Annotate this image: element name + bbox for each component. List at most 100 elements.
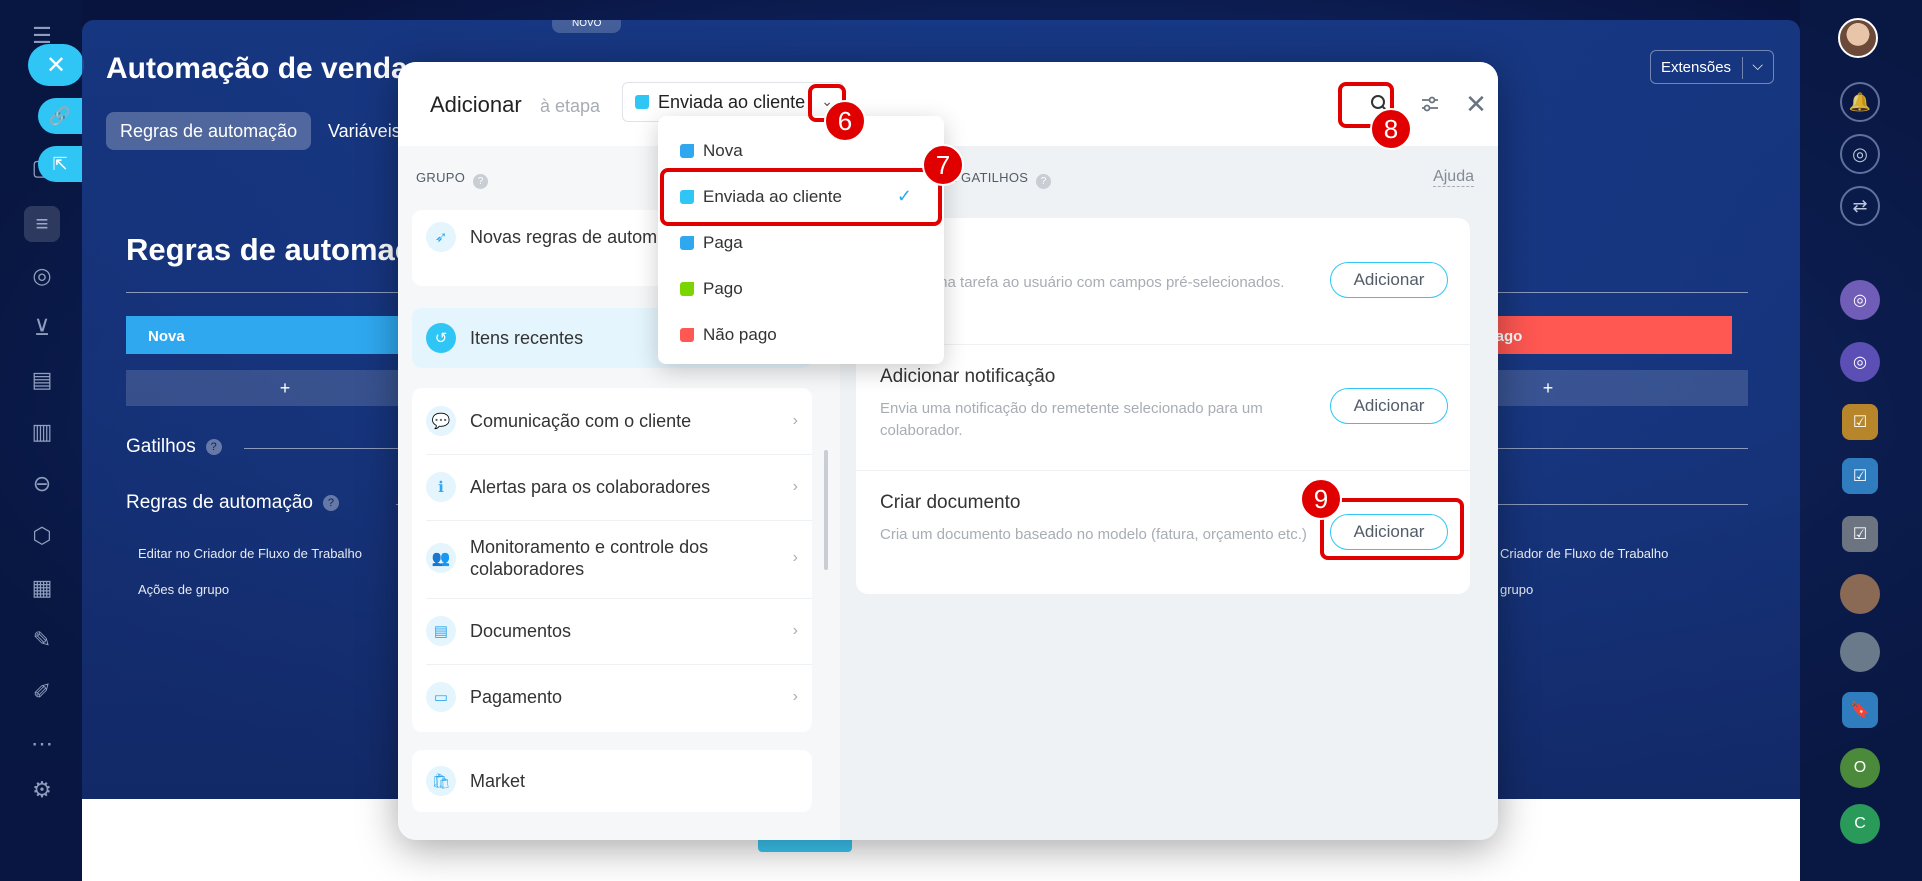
stage-color-marker bbox=[680, 328, 694, 342]
extensions-label: Extensões bbox=[1661, 58, 1732, 76]
store-icon[interactable]: ▦ bbox=[24, 570, 60, 606]
contact-avatar[interactable] bbox=[1840, 574, 1880, 614]
close-icon[interactable]: ✕ bbox=[1458, 86, 1494, 122]
dropdown-label: Nova bbox=[703, 141, 743, 160]
file-edit-icon[interactable]: ✐ bbox=[24, 674, 60, 710]
task-icon[interactable]: ☑ bbox=[1842, 404, 1878, 440]
document-icon: ▤ bbox=[426, 616, 456, 646]
new-badge: NOVO bbox=[552, 20, 622, 33]
group-item-communication[interactable]: 💬 Comunicação com o cliente › bbox=[412, 404, 812, 438]
group-header: GRUPO? bbox=[416, 170, 489, 189]
dropdown-item-pago[interactable]: Pago bbox=[680, 274, 743, 304]
stage-dropdown: Nova Enviada ao cliente ✓ Paga Pago Não … bbox=[658, 116, 944, 364]
highlight-add-document bbox=[1320, 498, 1464, 560]
recent-label: Itens recentes bbox=[470, 328, 584, 348]
group-label: Alertas para os colaboradores bbox=[470, 477, 711, 497]
extensions-button[interactable]: Extensões ⌵ bbox=[1650, 50, 1774, 84]
group-item-documents[interactable]: ▤ Documentos › bbox=[412, 614, 812, 648]
chart-icon[interactable]: ▥ bbox=[24, 414, 60, 450]
bookmark-icon[interactable]: 🔖 bbox=[1842, 692, 1878, 728]
pen-icon[interactable]: ✎ bbox=[24, 622, 60, 658]
robot-desc: Envia uma notificação do remetente selec… bbox=[880, 400, 1263, 439]
cart-icon[interactable]: ⊻ bbox=[24, 310, 60, 346]
divider bbox=[426, 454, 812, 455]
bell-icon[interactable]: 🔔 bbox=[1840, 82, 1880, 122]
wallet-icon: ▭ bbox=[426, 682, 456, 712]
group-label: Comunicação com o cliente bbox=[470, 411, 692, 431]
group-item-payment[interactable]: ▭ Pagamento › bbox=[412, 680, 812, 714]
annotation-badge-8: 8 bbox=[1370, 108, 1412, 150]
dropdown-item-nova[interactable]: Nova bbox=[680, 136, 743, 166]
market-item[interactable]: 🛍 Market bbox=[412, 750, 812, 812]
tab-variables[interactable]: Variáveis bbox=[328, 112, 401, 150]
filter-settings-icon[interactable] bbox=[1412, 86, 1448, 122]
modal-title: Adicionar bbox=[430, 92, 522, 117]
group-label: Monitoramento e controle dos colaborador… bbox=[470, 537, 709, 579]
group-item-monitoring[interactable]: 👥 Monitoramento e controle dos colaborad… bbox=[412, 532, 812, 584]
group-row: 🛍 Market bbox=[412, 766, 812, 796]
settings-icon[interactable]: ⚙ bbox=[24, 772, 60, 808]
modal-subtitle: à etapa bbox=[540, 96, 601, 116]
group-actions-link-right[interactable]: grupo bbox=[1500, 582, 1533, 597]
chevron-right-icon: › bbox=[792, 622, 798, 639]
divider bbox=[426, 598, 812, 599]
contact-card-icon[interactable]: ▤ bbox=[24, 362, 60, 398]
market-label: Market bbox=[470, 771, 526, 791]
group-actions-link[interactable]: Ações de grupo bbox=[138, 582, 229, 597]
chevron-right-icon: › bbox=[792, 478, 798, 495]
robot-title: Adicionar notificação bbox=[880, 366, 1056, 387]
help-link[interactable]: Ajuda bbox=[1433, 168, 1474, 187]
dropdown-item-nao-pago[interactable]: Não pago bbox=[680, 320, 777, 350]
chevron-down-icon: ⌵ bbox=[1752, 57, 1763, 73]
crm-filter-icon[interactable]: ≡ bbox=[24, 206, 60, 242]
group-label: Pagamento bbox=[470, 687, 563, 707]
open-external-icon[interactable]: ⇱ bbox=[38, 146, 82, 182]
edit-workflow-link[interactable]: Editar no Criador de Fluxo de Trabalho bbox=[138, 546, 362, 561]
add-trigger-left-button[interactable]: + bbox=[126, 370, 444, 406]
stage-color-marker bbox=[680, 144, 694, 158]
rocket-icon: ➶ bbox=[426, 222, 456, 252]
annotation-badge-6: 6 bbox=[824, 100, 866, 142]
stage-nova[interactable]: Nova bbox=[126, 316, 426, 354]
groups-list: 💬 Comunicação com o cliente › ℹ Alertas … bbox=[412, 388, 812, 732]
stage-color-marker bbox=[635, 95, 649, 109]
more-icon[interactable]: ⋯ bbox=[24, 726, 60, 762]
sync-icon[interactable]: ⇄ bbox=[1840, 186, 1880, 226]
robot-title: Tarefa bbox=[880, 240, 1446, 262]
stage-select-value: Enviada ao cliente bbox=[658, 91, 806, 112]
triggers-label: Gatilhos? bbox=[126, 436, 222, 458]
info-icon: ℹ bbox=[426, 472, 456, 502]
add-notification-button[interactable]: Adicionar bbox=[1330, 388, 1448, 424]
robot-icon[interactable]: ⊖ bbox=[24, 466, 60, 502]
contact-c[interactable]: C bbox=[1840, 804, 1880, 844]
copilot-chat-icon[interactable]: ◎ bbox=[1840, 342, 1880, 382]
copilot-icon[interactable]: ◎ bbox=[1840, 134, 1880, 174]
annotation-badge-7: 7 bbox=[922, 144, 964, 186]
tab-automation-rules[interactable]: Regras de automação bbox=[106, 112, 312, 150]
task-grey-icon[interactable]: ☑ bbox=[1842, 516, 1878, 552]
user-avatar[interactable] bbox=[1838, 18, 1878, 58]
target-icon[interactable]: ◎ bbox=[24, 258, 60, 294]
market-bag-icon: 🛍 bbox=[426, 766, 456, 796]
divider bbox=[426, 520, 812, 521]
ai-assistant-icon[interactable]: ◎ bbox=[1840, 280, 1880, 320]
annotation-badge-9: 9 bbox=[1300, 478, 1342, 520]
robot-desc: Cria um documento baseado no modelo (fat… bbox=[880, 526, 1307, 543]
contact-avatar-2[interactable] bbox=[1840, 632, 1880, 672]
rules-label: Regras de automação? bbox=[126, 492, 339, 514]
divider bbox=[426, 664, 812, 665]
group-item-alerts[interactable]: ℹ Alertas para os colaboradores › bbox=[412, 470, 812, 504]
edit-workflow-link-right[interactable]: Criador de Fluxo de Trabalho bbox=[1500, 546, 1668, 561]
task-blue-icon[interactable]: ☑ bbox=[1842, 458, 1878, 494]
link-icon[interactable]: 🔗 bbox=[38, 98, 82, 134]
history-icon: ↺ bbox=[426, 323, 456, 353]
scrollbar[interactable] bbox=[824, 450, 828, 570]
box-icon[interactable]: ⬡ bbox=[24, 518, 60, 554]
close-slider-icon[interactable]: ✕ bbox=[28, 44, 84, 86]
page-title: Automação de vendas bbox=[106, 52, 425, 85]
contact-o[interactable]: O bbox=[1840, 748, 1880, 788]
add-task-button[interactable]: Adicionar bbox=[1330, 262, 1448, 298]
robot-desc: Atribui uma tarefa ao usuário com campos… bbox=[880, 274, 1285, 291]
dropdown-item-paga[interactable]: Paga bbox=[680, 228, 743, 258]
chevron-right-icon: › bbox=[792, 549, 798, 566]
